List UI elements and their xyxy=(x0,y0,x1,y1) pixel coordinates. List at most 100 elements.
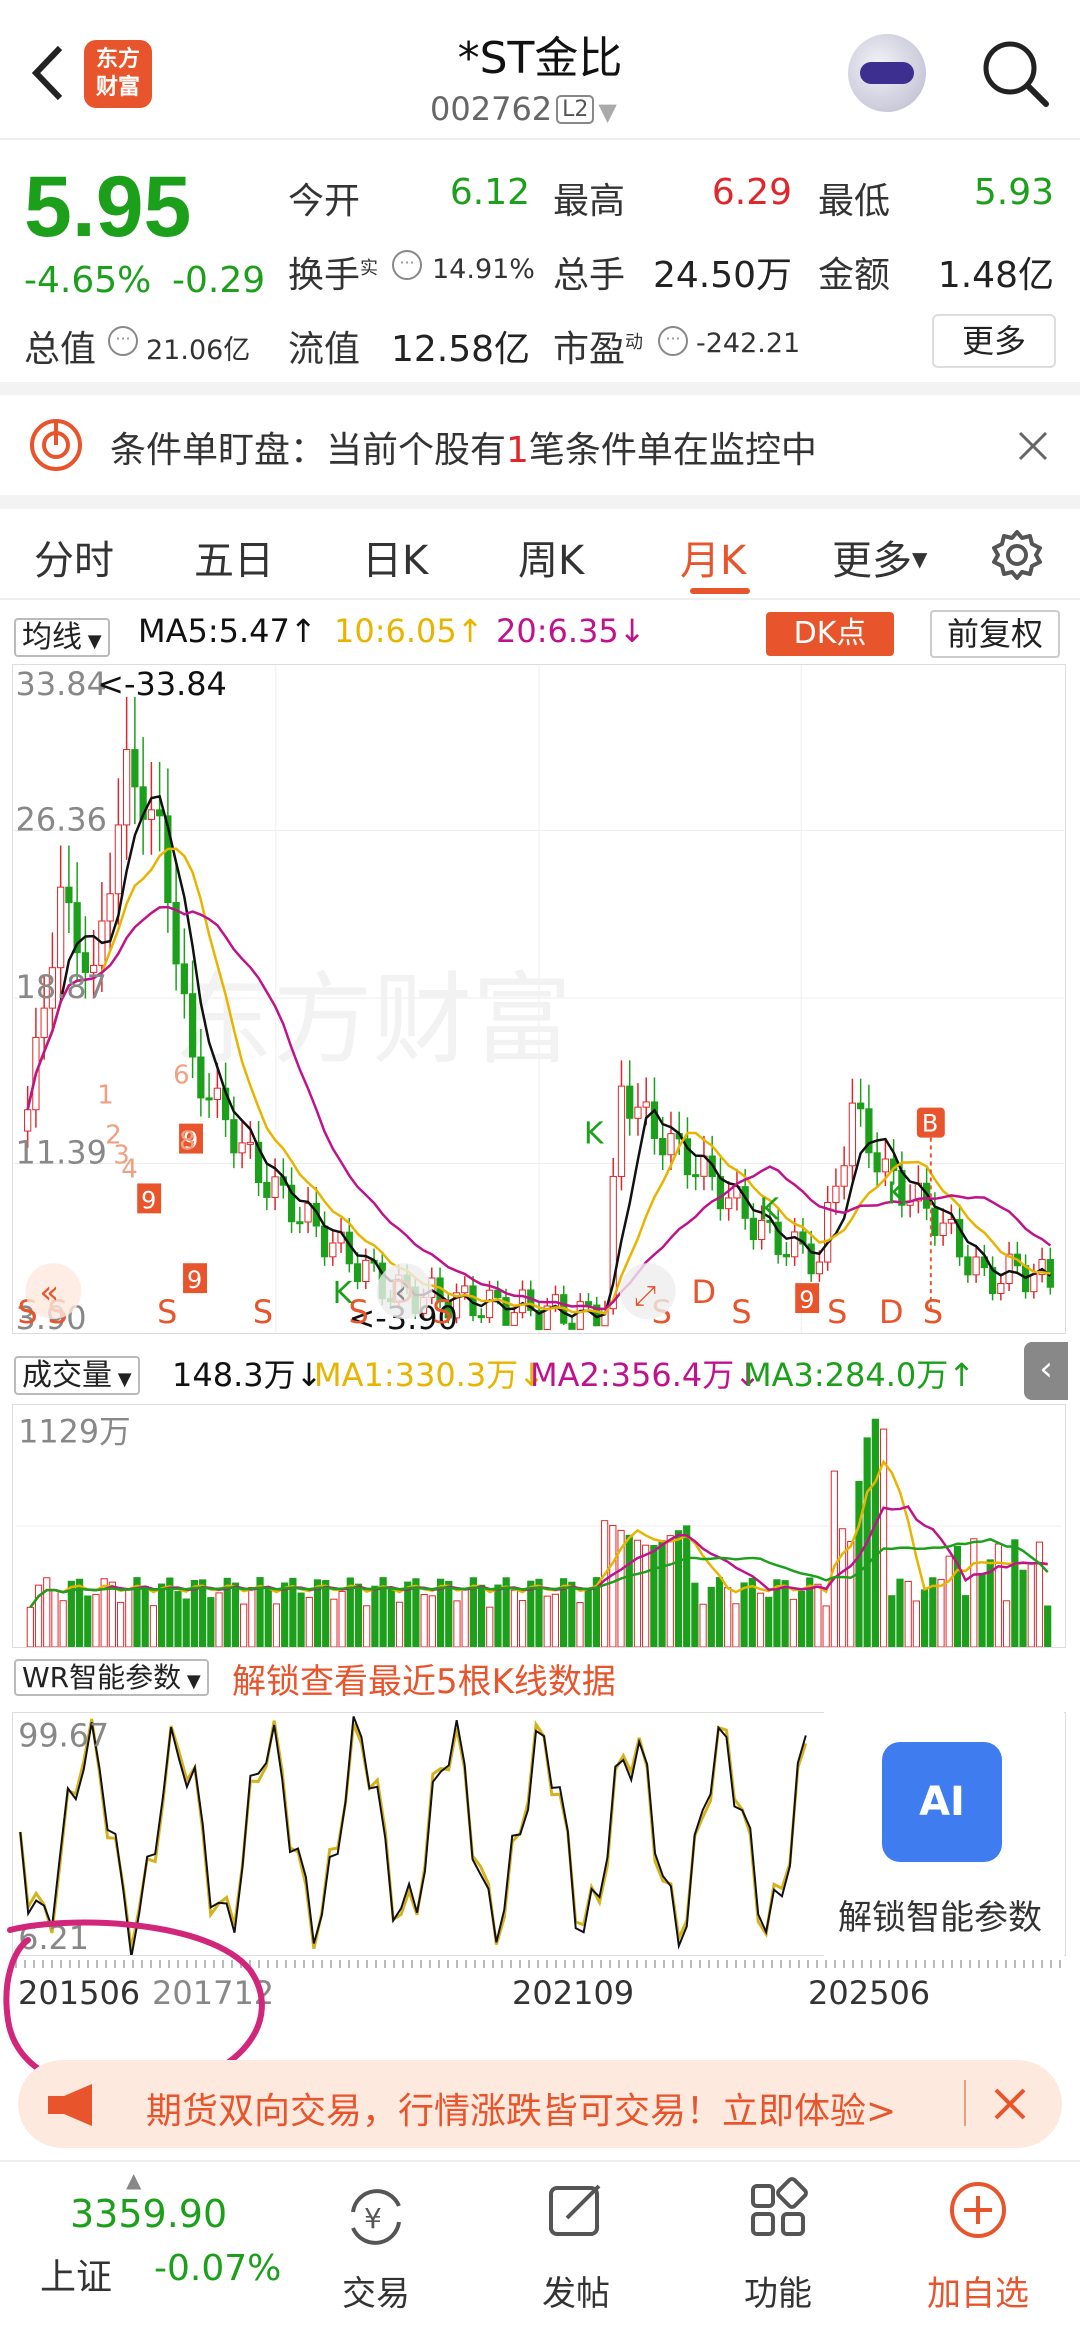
info-icon[interactable]: ··· xyxy=(108,326,138,356)
candle-body xyxy=(477,1315,485,1319)
volume-bar xyxy=(781,1580,789,1647)
y-label-2: 26.36 xyxy=(16,801,107,839)
volume-bar xyxy=(510,1589,518,1647)
candle-body xyxy=(320,1225,329,1258)
candle-body xyxy=(362,1259,370,1283)
volume-bar xyxy=(789,1598,797,1647)
close-icon[interactable] xyxy=(1016,429,1050,463)
nav-functions[interactable]: 功能 xyxy=(708,2172,848,2315)
svg-text:S: S xyxy=(432,1293,452,1331)
ma-indicator-label: 均线 xyxy=(22,620,82,655)
candle-body xyxy=(238,1142,246,1154)
nav-post[interactable]: 发帖 xyxy=(506,2172,646,2315)
candle-body xyxy=(824,1201,832,1263)
index-ticker[interactable]: ▲ 3359.90 上证 -0.07% xyxy=(20,2168,290,2328)
index-change: -0.07% xyxy=(154,2248,282,2289)
tab-weekly-k[interactable]: 周K xyxy=(518,528,584,586)
float-value: 12.58亿 xyxy=(390,329,530,370)
gear-icon[interactable] xyxy=(990,528,1044,582)
caret-up-icon: ▲ xyxy=(126,2168,142,2192)
ma10-legend: 10:6.05↑ xyxy=(334,612,484,650)
candle-body xyxy=(650,1101,659,1139)
stock-code[interactable]: 002762 L2 ▼ xyxy=(430,90,650,128)
chevron-down-icon: ▼ xyxy=(598,98,617,126)
candle-body xyxy=(485,1289,494,1319)
wr-indicator-select[interactable]: WR智能参数 ▼ xyxy=(14,1656,209,1696)
tab-daily-k[interactable]: 日K xyxy=(362,528,428,586)
ma-indicator-select[interactable]: 均线 ▼ xyxy=(14,612,110,657)
candle-body xyxy=(131,749,139,788)
volume-bar xyxy=(756,1592,765,1647)
condition-order-bar[interactable]: 条件单盯盘：当前个股有1笔条件单在监控中 xyxy=(0,395,1080,495)
volume-bar xyxy=(740,1582,748,1647)
candle-body xyxy=(815,1261,824,1275)
volume-bar xyxy=(297,1592,305,1647)
megaphone-icon xyxy=(48,2084,92,2126)
volume-bar xyxy=(847,1540,855,1647)
volume-bar xyxy=(108,1581,116,1647)
candle-body xyxy=(65,886,73,904)
candle-body xyxy=(659,1137,667,1156)
volume-ma3: MA3:284.0万↑ xyxy=(744,1356,976,1394)
candle-body xyxy=(964,1256,972,1276)
y-label-max: 33.84 xyxy=(16,665,107,703)
change-amount: -0.29 xyxy=(172,260,266,301)
ma20-text: 20:6.35 xyxy=(496,612,619,650)
volume-bar xyxy=(715,1577,724,1647)
turnover-label: 换手实 xyxy=(288,246,378,298)
volume-bar xyxy=(272,1603,281,1647)
candle-body xyxy=(123,749,131,826)
candle-body xyxy=(106,893,114,922)
svg-text:S: S xyxy=(923,1293,943,1331)
promo-banner[interactable]: 期货双向交易，行情涨跌皆可交易！立即体验> xyxy=(18,2060,1062,2148)
volume-bar xyxy=(149,1605,158,1647)
kline-chart[interactable]: 东方财富 33.84 26.36 18.87 11.39 3.90 <-33.8… xyxy=(12,664,1066,1334)
tab-more-label: 更多 xyxy=(832,538,912,584)
svg-text:8: 8 xyxy=(179,1127,195,1157)
volume-ma1-text: MA1:330.3万 xyxy=(314,1356,519,1394)
assistant-robot-icon[interactable] xyxy=(848,34,926,112)
candle-body xyxy=(24,1109,32,1132)
volume-bar xyxy=(691,1582,699,1647)
volume-bar xyxy=(748,1577,756,1647)
back-arrow-icon[interactable] xyxy=(22,38,82,108)
tab-five-day[interactable]: 五日 xyxy=(194,528,274,586)
info-icon[interactable]: ··· xyxy=(658,326,688,356)
volume-bar xyxy=(568,1581,576,1647)
ma10-text: 10:6.05 xyxy=(334,612,457,650)
nav-add-watchlist[interactable]: 加自选 xyxy=(908,2172,1048,2315)
collapse-panel-icon[interactable]: ‹ xyxy=(1024,1342,1068,1400)
close-icon[interactable] xyxy=(990,2084,1030,2124)
volume-indicator-select[interactable]: 成交量 ▼ xyxy=(14,1350,140,1395)
volume-bar xyxy=(182,1598,190,1647)
volume-bar xyxy=(642,1544,650,1647)
tab-more[interactable]: 更多▼ xyxy=(832,528,927,586)
volume-bar xyxy=(1044,1605,1052,1647)
volume-bar xyxy=(477,1584,486,1647)
pe-superscript: 动 xyxy=(625,332,644,353)
wr-unlock-text[interactable]: 解锁查看最近5根K线数据 xyxy=(232,1654,616,1703)
volume-bar xyxy=(231,1582,240,1647)
nav-trade[interactable]: ¥ 交易 xyxy=(306,2172,446,2315)
candle-body xyxy=(296,1221,304,1225)
volume-bar xyxy=(1035,1541,1044,1647)
volume-bar xyxy=(658,1540,666,1647)
candle-body xyxy=(230,1119,238,1154)
candle-body xyxy=(782,1253,791,1258)
ai-unlock-panel[interactable]: AI 解锁智能参数 xyxy=(824,1712,1064,1956)
tab-monthly-k[interactable]: 月K xyxy=(680,528,746,586)
ma20-legend: 20:6.35↓ xyxy=(496,612,646,650)
candle-body xyxy=(329,1242,337,1258)
more-quote-button[interactable]: 更多 xyxy=(932,314,1056,368)
volume-bar xyxy=(666,1535,674,1647)
volume-bar xyxy=(797,1590,806,1647)
expand-arrows-icon: ⤢ xyxy=(634,1279,656,1312)
candle-body xyxy=(848,1102,857,1167)
info-icon[interactable]: ··· xyxy=(392,250,422,280)
dk-point-button[interactable]: DK点 xyxy=(766,612,894,656)
tab-intraday[interactable]: 分时 xyxy=(34,528,114,586)
search-icon[interactable] xyxy=(978,36,1052,110)
turnover-value: 14.91% xyxy=(432,254,535,285)
volume-bar xyxy=(486,1606,494,1647)
adjust-mode-button[interactable]: 前复权 xyxy=(930,610,1060,658)
